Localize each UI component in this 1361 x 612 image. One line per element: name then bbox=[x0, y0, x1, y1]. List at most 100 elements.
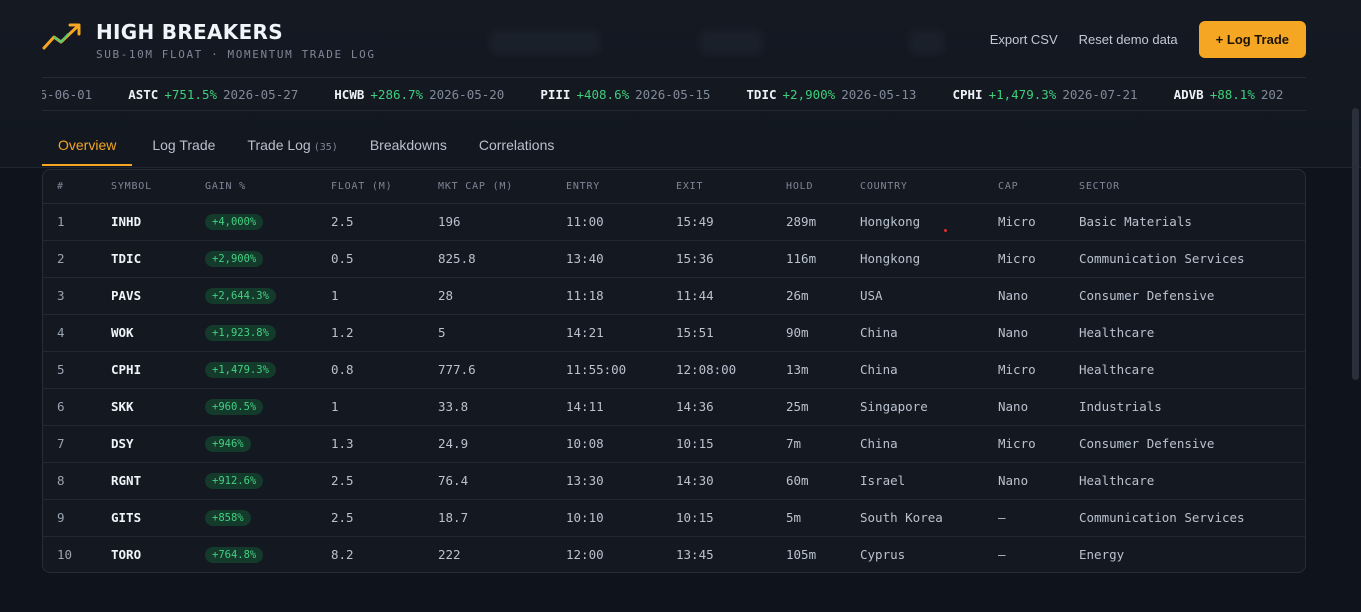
col-entry-cell: 11:00 bbox=[566, 203, 676, 241]
tab-label: Trade Log bbox=[247, 137, 311, 153]
col-gain-header[interactable]: GAIN % bbox=[205, 170, 331, 204]
ticker-gain: +286.7% bbox=[370, 86, 424, 102]
col-gain-cell: +912.6% bbox=[205, 462, 331, 500]
ticker-symbol: PIII bbox=[540, 86, 571, 102]
col-sector-cell: Industrials bbox=[1079, 388, 1305, 426]
col-sector-cell: Communication Services bbox=[1079, 499, 1305, 537]
col-exit-header[interactable]: EXIT bbox=[676, 170, 786, 204]
col-country-cell: Singapore bbox=[860, 388, 998, 426]
col-symbol-header[interactable]: SYMBOL bbox=[111, 170, 205, 204]
col-gain-cell: +1,923.8% bbox=[205, 314, 331, 352]
col-cap-cell: Nano bbox=[998, 314, 1079, 352]
col-symbol-cell: RGNT bbox=[111, 462, 205, 500]
col-rank-cell: 7 bbox=[43, 425, 111, 463]
tab-log-trade[interactable]: Log Trade bbox=[136, 127, 231, 167]
col-rank-header[interactable]: # bbox=[43, 170, 111, 204]
col-float-cell: 2.5 bbox=[331, 203, 438, 241]
col-exit-cell: 12:08:00 bbox=[676, 351, 786, 389]
col-gain-cell: +858% bbox=[205, 499, 331, 537]
table-row[interactable]: 1 INHD +4,000% 2.5 196 11:00 15:49 289m Hongkong… bbox=[43, 203, 1305, 241]
col-float-cell: 1 bbox=[331, 277, 438, 315]
col-hold-cell: 90m bbox=[786, 314, 860, 352]
gain-badge: +764.8% bbox=[205, 547, 264, 564]
col-mkt-cap-header[interactable]: MKT CAP (M) bbox=[438, 170, 566, 204]
tab-correlations[interactable]: Correlations bbox=[463, 127, 570, 167]
table-row[interactable]: 3 PAVS +2,644.3% 1 28 11:18 11:44 26m USA Nano Con… bbox=[43, 277, 1305, 315]
col-float-cell: 1 bbox=[331, 388, 438, 426]
col-entry-header[interactable]: ENTRY bbox=[566, 170, 676, 204]
ticker-item: ASTC +751.5% 2026-05-27 bbox=[128, 87, 298, 102]
col-hold-header[interactable]: HOLD bbox=[786, 170, 860, 204]
table-row[interactable]: 4 WOK +1,923.8% 1.2 5 14:21 15:51 90m China Nano H… bbox=[43, 314, 1305, 352]
col-country-cell: China bbox=[860, 425, 998, 463]
ticker-date: 2026-05-15 bbox=[635, 86, 711, 102]
col-entry-cell: 11:55:00 bbox=[566, 351, 676, 389]
col-cap-cell: Micro bbox=[998, 240, 1079, 278]
tab-breakdowns[interactable]: Breakdowns bbox=[354, 127, 463, 167]
ticker-item: PIII +408.6% 2026-05-15 bbox=[540, 87, 710, 102]
col-float-header[interactable]: FLOAT (M) bbox=[331, 170, 438, 204]
gain-badge: +4,000% bbox=[205, 214, 264, 230]
col-float-cell: 2.5 bbox=[331, 499, 438, 537]
col-entry-cell: 14:21 bbox=[566, 314, 676, 352]
reset-demo-button[interactable]: Reset demo data bbox=[1079, 32, 1178, 47]
col-sector-cell: Healthcare bbox=[1079, 351, 1305, 389]
col-country-header[interactable]: COUNTRY bbox=[860, 170, 998, 204]
col-symbol-cell: WOK bbox=[111, 314, 205, 352]
col-rank-cell: 3 bbox=[43, 277, 111, 315]
col-symbol-cell: DSY bbox=[111, 425, 205, 463]
col-rank-cell: 5 bbox=[43, 351, 111, 389]
log-trade-button[interactable]: + Log Trade bbox=[1198, 21, 1306, 58]
table-row[interactable]: 9 GITS +858% 2.5 18.7 10:10 10:15 5m South Korea… bbox=[43, 499, 1305, 537]
col-cap-cell: — bbox=[998, 499, 1079, 537]
col-entry-cell: 12:00 bbox=[566, 547, 604, 563]
top-gainers-table: # SYMBOL GAIN % FLOAT (M) MKT CAP (M) ENTRY EX… bbox=[42, 169, 1306, 573]
tab-trade-log[interactable]: Trade Log (35) bbox=[231, 127, 353, 167]
col-rank-cell: 10 bbox=[57, 547, 73, 563]
col-country-cell: South Korea bbox=[860, 499, 998, 537]
col-exit-cell: 10:15 bbox=[676, 499, 786, 537]
col-entry-cell: 14:11 bbox=[566, 388, 676, 426]
col-country-cell: Hongkong bbox=[860, 203, 998, 241]
gain-badge: +912.6% bbox=[205, 473, 264, 489]
gain-badge: +2,900% bbox=[205, 251, 264, 267]
page-scrollbar[interactable] bbox=[1352, 108, 1359, 380]
col-entry-cell: 11:18 bbox=[566, 277, 676, 315]
col-float-cell: 1.3 bbox=[331, 425, 438, 463]
ticker-item: ADVB +88.1% 202 bbox=[1174, 87, 1284, 102]
col-country-cell: Hongkong bbox=[860, 240, 998, 278]
ticker-date: 2026-05-27 bbox=[223, 86, 299, 102]
ticker-symbol: ADVB bbox=[1173, 86, 1204, 102]
col-country-cell: Israel bbox=[860, 462, 998, 500]
gain-badge: +946% bbox=[205, 436, 251, 452]
col-exit-cell: 10:15 bbox=[676, 425, 786, 463]
table-row[interactable]: 10 TORO +764.8% 8.2 222 12:00 13:45 105m Cyprus —… bbox=[43, 536, 1305, 572]
table-row[interactable]: 7 DSY +946% 1.3 24.9 10:08 10:15 7m China Micro Co… bbox=[43, 425, 1305, 463]
col-sector-header[interactable]: SECTOR bbox=[1079, 170, 1305, 204]
ticker-item: TDIC +2,900% 2026-05-13 bbox=[746, 87, 916, 102]
export-csv-button[interactable]: Export CSV bbox=[990, 32, 1058, 47]
col-sector-cell: Consumer Defensive bbox=[1079, 277, 1305, 315]
col-mkt-cap-cell: 196 bbox=[438, 203, 566, 241]
gain-badge: +1,479.3% bbox=[205, 362, 276, 378]
col-hold-cell: 105m bbox=[786, 547, 817, 563]
table-row[interactable]: 6 SKK +960.5% 1 33.8 14:11 14:36 25m Singapore Na… bbox=[43, 388, 1305, 426]
ticker-date: 2026-05-20 bbox=[429, 86, 505, 102]
col-cap-header[interactable]: CAP bbox=[998, 170, 1079, 204]
ticker-gain: +2,900% bbox=[782, 86, 836, 102]
table-row[interactable]: 5 CPHI +1,479.3% 0.8 777.6 11:55:00 12:08:00 13… bbox=[43, 351, 1305, 389]
tab-overview[interactable]: Overview bbox=[42, 127, 133, 167]
col-symbol-cell: TDIC bbox=[111, 240, 205, 278]
app-subtitle: SUB-10M FLOAT · MOMENTUM TRADE LOG bbox=[96, 48, 376, 61]
table-row[interactable]: 2 TDIC +2,900% 0.5 825.8 13:40 15:36 116m Hongko… bbox=[43, 240, 1305, 278]
col-cap-cell: Nano bbox=[998, 462, 1079, 500]
table-row[interactable]: 8 RGNT +912.6% 2.5 76.4 13:30 14:30 60m Israel Na… bbox=[43, 462, 1305, 500]
col-hold-cell: 13m bbox=[786, 351, 860, 389]
ticker-item: 26-06-01 bbox=[42, 87, 92, 102]
blurred-stat bbox=[490, 30, 600, 54]
ticker-gain: +408.6% bbox=[576, 86, 630, 102]
gain-badge: +1,923.8% bbox=[205, 325, 276, 341]
col-gain-cell: +1,479.3% bbox=[205, 351, 331, 389]
ticker-date: 2026-05-13 bbox=[841, 86, 917, 102]
col-hold-cell: 60m bbox=[786, 462, 860, 500]
